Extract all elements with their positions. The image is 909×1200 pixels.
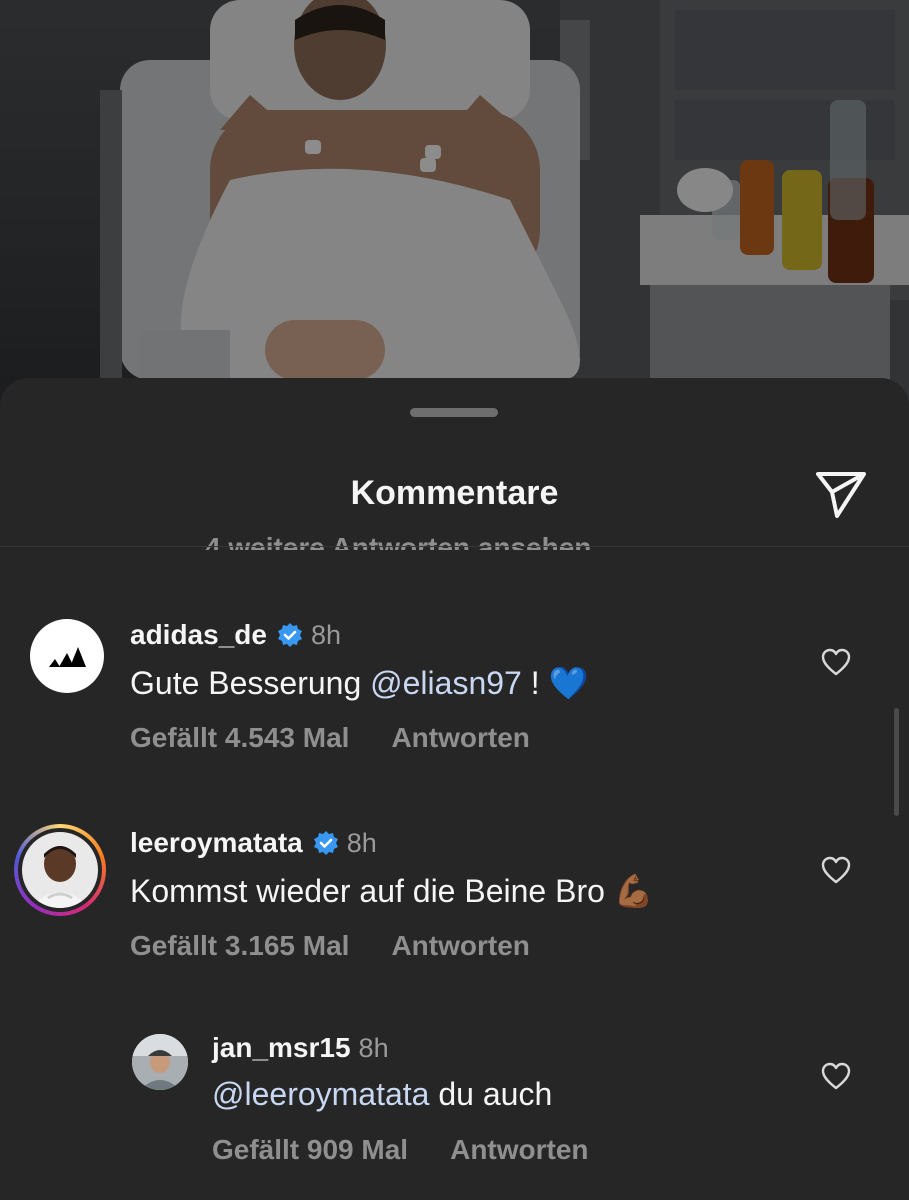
username[interactable]: leeroymatata: [130, 827, 303, 859]
comment-text: Gute Besserung @eliasn97 ! 💙: [130, 664, 588, 702]
username[interactable]: adidas_de: [130, 619, 267, 651]
adidas-logo-icon: [49, 647, 86, 667]
like-button[interactable]: [814, 1054, 858, 1098]
verified-badge-icon: [277, 622, 303, 648]
comment-text-part: Kommst wieder auf die Beine Bro 💪🏾: [130, 873, 654, 909]
user-portrait-icon: [30, 846, 90, 908]
avatar[interactable]: [132, 1034, 188, 1090]
sheet-grabber[interactable]: [410, 408, 498, 417]
mention-link[interactable]: @leeroymatata: [212, 1076, 429, 1112]
sheet-title: Kommentare: [350, 474, 559, 512]
mention-link[interactable]: @eliasn97: [370, 665, 522, 701]
heart-outline-icon: [821, 648, 851, 676]
reply-item: jan_msr15 8h @leeroymatata du auch Gefäl…: [0, 1016, 909, 1176]
reply-button[interactable]: Antworten: [391, 722, 529, 754]
comment-item: adidas_de 8h Gute Besserung @eliasn97 ! …: [0, 602, 909, 762]
comment-time: 8h: [346, 827, 377, 858]
paper-plane-icon: [816, 472, 866, 518]
share-button[interactable]: [812, 466, 870, 524]
hospital-photo-illustration: [0, 0, 909, 420]
reply-button[interactable]: Antworten: [450, 1134, 588, 1166]
comment-time: 8h: [358, 1032, 389, 1063]
user-portrait-icon: [132, 1034, 188, 1090]
comment-time: 8h: [310, 619, 341, 650]
like-count[interactable]: Gefällt 4.543 Mal: [130, 722, 349, 754]
comment-text: @leeroymatata du auch: [212, 1076, 552, 1113]
verified-badge-icon: [313, 830, 339, 856]
avatar: [22, 832, 98, 908]
like-count[interactable]: Gefällt 909 Mal: [212, 1134, 408, 1166]
like-button[interactable]: [814, 848, 858, 892]
comment-text-part: Gute Besserung: [130, 665, 371, 701]
comment-text: Kommst wieder auf die Beine Bro 💪🏾: [130, 872, 654, 910]
comments-sheet: Kommentare 4 weitere Antworten ansehen a…: [0, 378, 909, 1200]
like-count[interactable]: Gefällt 3.165 Mal: [130, 930, 349, 962]
story-ring[interactable]: [14, 824, 106, 916]
comment-text-part: ! 💙: [521, 665, 589, 701]
post-photo: [0, 0, 909, 420]
heart-outline-icon: [821, 856, 851, 884]
reply-button[interactable]: Antworten: [391, 930, 529, 962]
comment-item: leeroymatata 8h Kommst wieder auf die Be…: [0, 810, 909, 970]
view-more-replies-label: 4 weitere Antworten ansehen: [205, 532, 592, 550]
header-divider: [0, 546, 909, 547]
comment-text-part: du auch: [429, 1076, 553, 1112]
avatar[interactable]: [30, 619, 104, 693]
like-button[interactable]: [814, 640, 858, 684]
heart-outline-icon: [821, 1062, 851, 1090]
username[interactable]: jan_msr15: [212, 1032, 351, 1064]
